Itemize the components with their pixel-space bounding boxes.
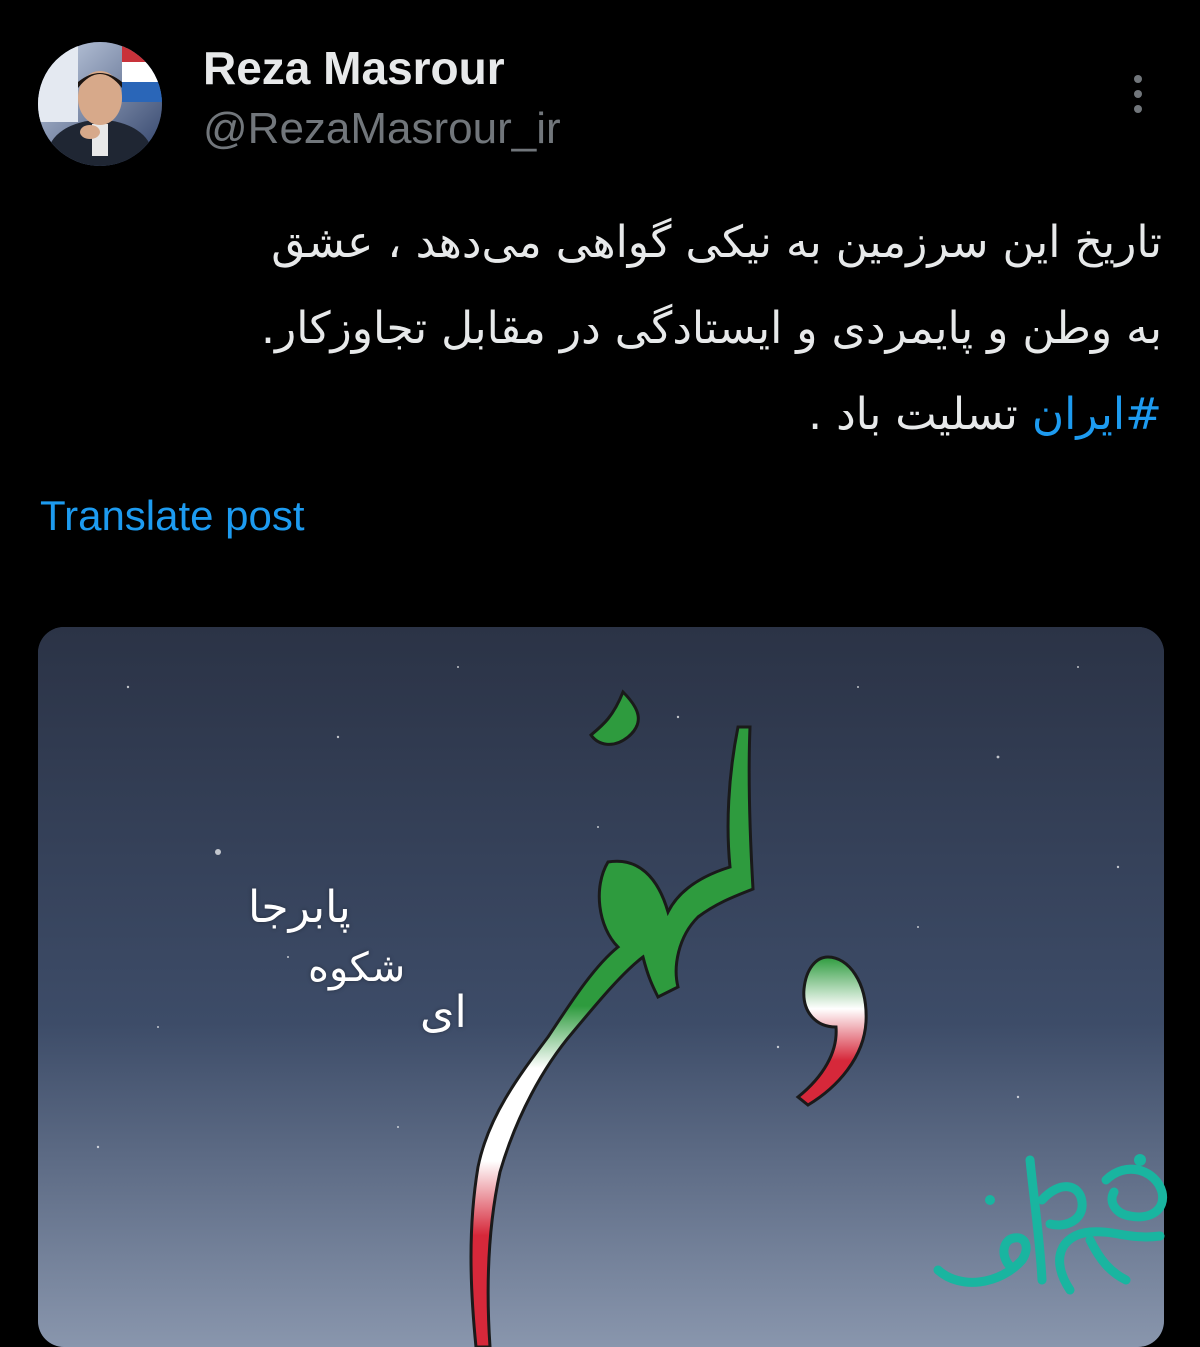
poem-line: شکوه [308,945,406,991]
poem-line: پابرجا [248,882,351,933]
post: Reza Masrour @RezaMasrour_ir تاریخ این س… [0,0,1200,1347]
translate-post-link[interactable]: Translate post [40,488,305,544]
avatar-photo [38,42,162,166]
watermark-logo [930,1140,1180,1300]
poem-line: ای [420,987,467,1038]
avatar[interactable] [38,42,162,166]
watermark-calligraphy [933,1154,1168,1295]
author-handle[interactable]: @RezaMasrour_ir [203,102,561,156]
more-options-button[interactable] [1118,66,1158,122]
post-text-line: به وطن و پایمردی و ایستادگی در مقابل تجا… [260,303,1162,354]
post-text-line: #ایران تسلیت باد . [40,372,1162,458]
hashtag-link[interactable]: #ایران [1032,389,1162,440]
author-display-name[interactable]: Reza Masrour [203,40,505,96]
more-vertical-icon [1134,75,1142,113]
post-text: تاریخ این سرزمین به نیکی گواهی می‌دهد ، … [40,200,1162,458]
post-text-line: تاریخ این سرزمین به نیکی گواهی می‌دهد ، … [271,217,1162,268]
post-text-tail: تسلیت باد . [808,389,1032,440]
